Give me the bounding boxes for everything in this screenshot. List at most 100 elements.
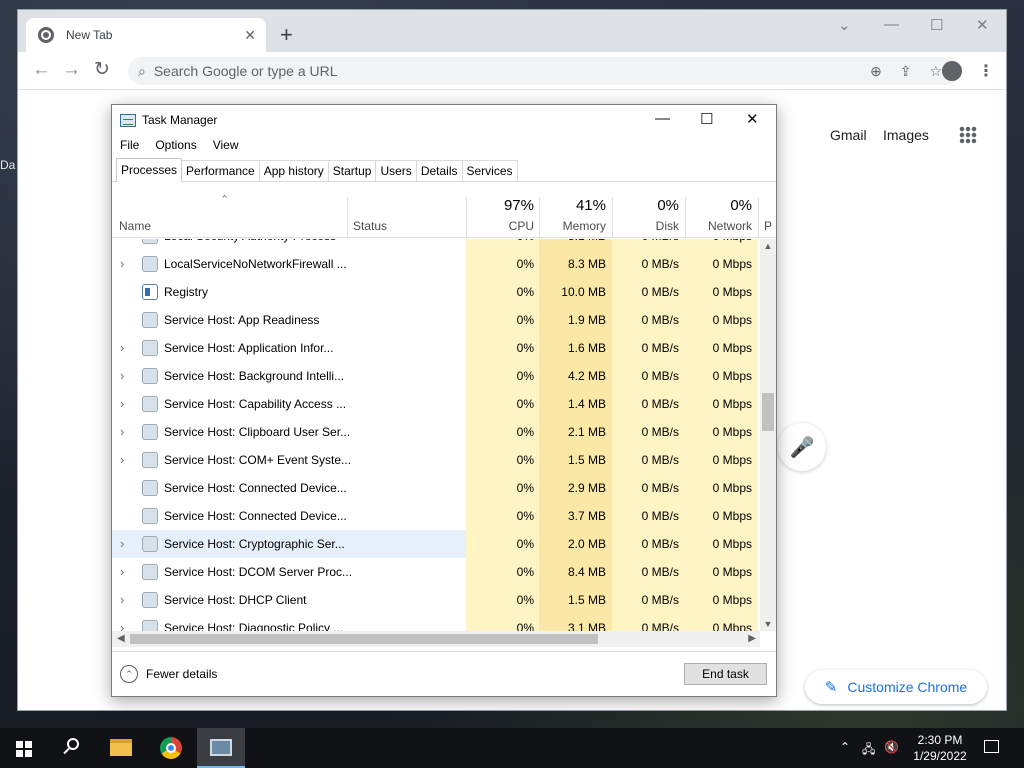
table-row[interactable]: › Service Host: Background Intelli... 0% 4.… xyxy=(112,362,760,390)
new-tab-button[interactable]: + xyxy=(280,22,293,48)
table-row[interactable]: › Service Host: DHCP Client 0% 1.5 MB 0 MB/s… xyxy=(112,586,760,614)
minimize-button[interactable]: — xyxy=(884,16,899,33)
column-divider[interactable] xyxy=(758,197,759,238)
chevron-up-icon[interactable]: ⌃ xyxy=(120,665,138,683)
column-header-network[interactable]: Network xyxy=(685,219,752,233)
expand-chevron-icon[interactable]: › xyxy=(120,424,124,439)
taskbar-search-icon[interactable] xyxy=(62,737,82,757)
column-header-power-partial[interactable]: P xyxy=(764,219,774,233)
table-row[interactable]: › Service Host: DCOM Server Proc... 0% 8.4 … xyxy=(112,558,760,586)
network-cell: 0 Mbps xyxy=(712,285,752,299)
network-icon[interactable]: 🖧 xyxy=(862,740,875,761)
vertical-scroll-thumb[interactable] xyxy=(762,393,774,431)
fewer-details-link[interactable]: Fewer details xyxy=(146,667,217,681)
tab-details[interactable]: Details xyxy=(415,160,463,181)
expand-chevron-icon[interactable]: › xyxy=(120,256,124,271)
tab-performance[interactable]: Performance xyxy=(181,160,260,181)
table-row[interactable]: › Local Security Authority Process 0% 5.1 M… xyxy=(112,239,760,250)
tab-app-history[interactable]: App history xyxy=(258,160,329,181)
gmail-link[interactable]: Gmail xyxy=(830,127,867,143)
network-cell: 0 Mbps xyxy=(712,593,752,607)
expand-chevron-icon[interactable]: › xyxy=(120,536,124,551)
expand-chevron-icon[interactable]: › xyxy=(120,396,124,411)
disk-percent[interactable]: 0% xyxy=(612,197,679,214)
profile-avatar-icon[interactable] xyxy=(942,61,962,81)
scroll-down-icon[interactable]: ▼ xyxy=(760,619,776,629)
chrome-menu-icon[interactable]: ⋮ xyxy=(978,61,994,81)
taskbar-clock[interactable]: 2:30 PM 1/29/2022 xyxy=(906,732,974,764)
tab-startup[interactable]: Startup xyxy=(327,160,377,181)
memory-percent[interactable]: 41% xyxy=(539,197,606,214)
table-row[interactable]: › LocalServiceNoNetworkFirewall ... 0% 8.3 … xyxy=(112,250,760,278)
column-header-memory[interactable]: Memory xyxy=(539,219,606,233)
process-name-cell: Registry xyxy=(112,278,466,306)
close-window-button[interactable]: ✕ xyxy=(746,110,759,128)
volume-muted-icon[interactable]: 🔇 xyxy=(884,740,899,754)
voice-search-icon[interactable]: 🎤 xyxy=(778,423,826,471)
chrome-tab-new-tab[interactable]: New Tab ✕ xyxy=(26,18,266,52)
horizontal-scrollbar[interactable]: ◀ ▶ xyxy=(112,631,760,647)
table-row[interactable]: Service Host: Connected Device... 0% 2.9 M… xyxy=(112,474,760,502)
omnibox[interactable]: ⌕ Search Google or type a URL ⊕ ⇪ ☆ xyxy=(128,57,960,85)
tab-processes[interactable]: Processes xyxy=(116,158,183,182)
expand-chevron-icon[interactable]: › xyxy=(120,239,124,243)
maximize-button[interactable]: ☐ xyxy=(930,16,943,34)
table-row[interactable]: › Service Host: Capability Access ... 0% 1.… xyxy=(112,390,760,418)
column-header-status[interactable]: Status xyxy=(353,219,387,233)
gear-icon xyxy=(142,508,158,524)
scroll-right-icon[interactable]: ▶ xyxy=(748,633,756,644)
tab-search-icon[interactable]: ⌄ xyxy=(838,16,851,34)
column-header-name[interactable]: Name xyxy=(119,219,151,233)
chrome-taskbar-button[interactable] xyxy=(148,728,196,768)
windows-start-icon[interactable] xyxy=(16,741,32,757)
google-apps-icon[interactable] xyxy=(959,126,977,144)
horizontal-scroll-thumb[interactable] xyxy=(130,634,598,644)
expand-chevron-icon[interactable]: › xyxy=(120,592,124,607)
expand-chevron-icon[interactable]: › xyxy=(120,620,124,631)
menu-options[interactable]: Options xyxy=(147,135,204,155)
table-row[interactable]: Service Host: Connected Device... 0% 3.7 M… xyxy=(112,502,760,530)
tab-services[interactable]: Services xyxy=(461,160,518,181)
end-task-button[interactable]: End task xyxy=(684,663,767,685)
close-tab-icon[interactable]: ✕ xyxy=(244,27,256,44)
images-link[interactable]: Images xyxy=(883,127,929,143)
share-icon[interactable]: ⇪ xyxy=(900,63,912,80)
network-percent[interactable]: 0% xyxy=(685,197,752,214)
menu-view[interactable]: View xyxy=(205,135,247,155)
table-row[interactable]: › Service Host: Diagnostic Policy ... 0% 3.… xyxy=(112,614,760,631)
zoom-icon[interactable]: ⊕ xyxy=(870,63,882,80)
table-row[interactable]: › Service Host: COM+ Event Syste... 0% 1.5 … xyxy=(112,446,760,474)
menu-file[interactable]: File xyxy=(112,135,147,155)
close-window-button[interactable]: ✕ xyxy=(976,16,989,34)
table-row[interactable]: Service Host: App Readiness 0% 1.9 MB 0 MB/… xyxy=(112,306,760,334)
maximize-button[interactable]: ☐ xyxy=(700,110,713,128)
table-row[interactable]: Registry 0% 10.0 MB 0 MB/s 0 Mbps xyxy=(112,278,760,306)
tab-users[interactable]: Users xyxy=(375,160,417,181)
back-icon[interactable]: ← xyxy=(32,60,51,80)
scroll-left-icon[interactable]: ◀ xyxy=(117,633,125,644)
bookmark-star-icon[interactable]: ☆ xyxy=(929,63,942,80)
expand-chevron-icon[interactable]: › xyxy=(120,564,124,579)
task-manager-titlebar[interactable]: Task Manager — ☐ ✕ xyxy=(112,105,776,135)
desktop-icon-label: Da xyxy=(0,158,16,172)
reload-icon[interactable]: ↻ xyxy=(94,60,110,80)
expand-chevron-icon[interactable]: › xyxy=(120,452,124,467)
scroll-up-icon[interactable]: ▲ xyxy=(760,241,776,251)
column-divider[interactable] xyxy=(347,197,348,238)
file-explorer-button[interactable] xyxy=(98,728,146,768)
cpu-percent[interactable]: 97% xyxy=(466,197,534,214)
notifications-icon[interactable] xyxy=(984,740,999,753)
table-row[interactable]: › Service Host: Cryptographic Ser... 0% 2.0… xyxy=(112,530,760,558)
forward-icon[interactable]: → xyxy=(62,60,81,80)
vertical-scrollbar[interactable]: ▲ ▼ xyxy=(760,239,776,631)
minimize-button[interactable]: — xyxy=(655,110,670,127)
expand-chevron-icon[interactable]: › xyxy=(120,368,124,383)
column-header-disk[interactable]: Disk xyxy=(612,219,679,233)
show-hidden-icons-chevron-icon[interactable]: ⌃ xyxy=(840,740,850,754)
column-header-cpu[interactable]: CPU xyxy=(466,219,534,233)
table-row[interactable]: › Service Host: Clipboard User Ser... 0% 2.… xyxy=(112,418,760,446)
customize-chrome-button[interactable]: ✎ Customize Chrome xyxy=(805,670,987,704)
expand-chevron-icon[interactable]: › xyxy=(120,340,124,355)
task-manager-taskbar-button[interactable] xyxy=(197,728,245,768)
table-row[interactable]: › Service Host: Application Infor... 0% 1.6… xyxy=(112,334,760,362)
